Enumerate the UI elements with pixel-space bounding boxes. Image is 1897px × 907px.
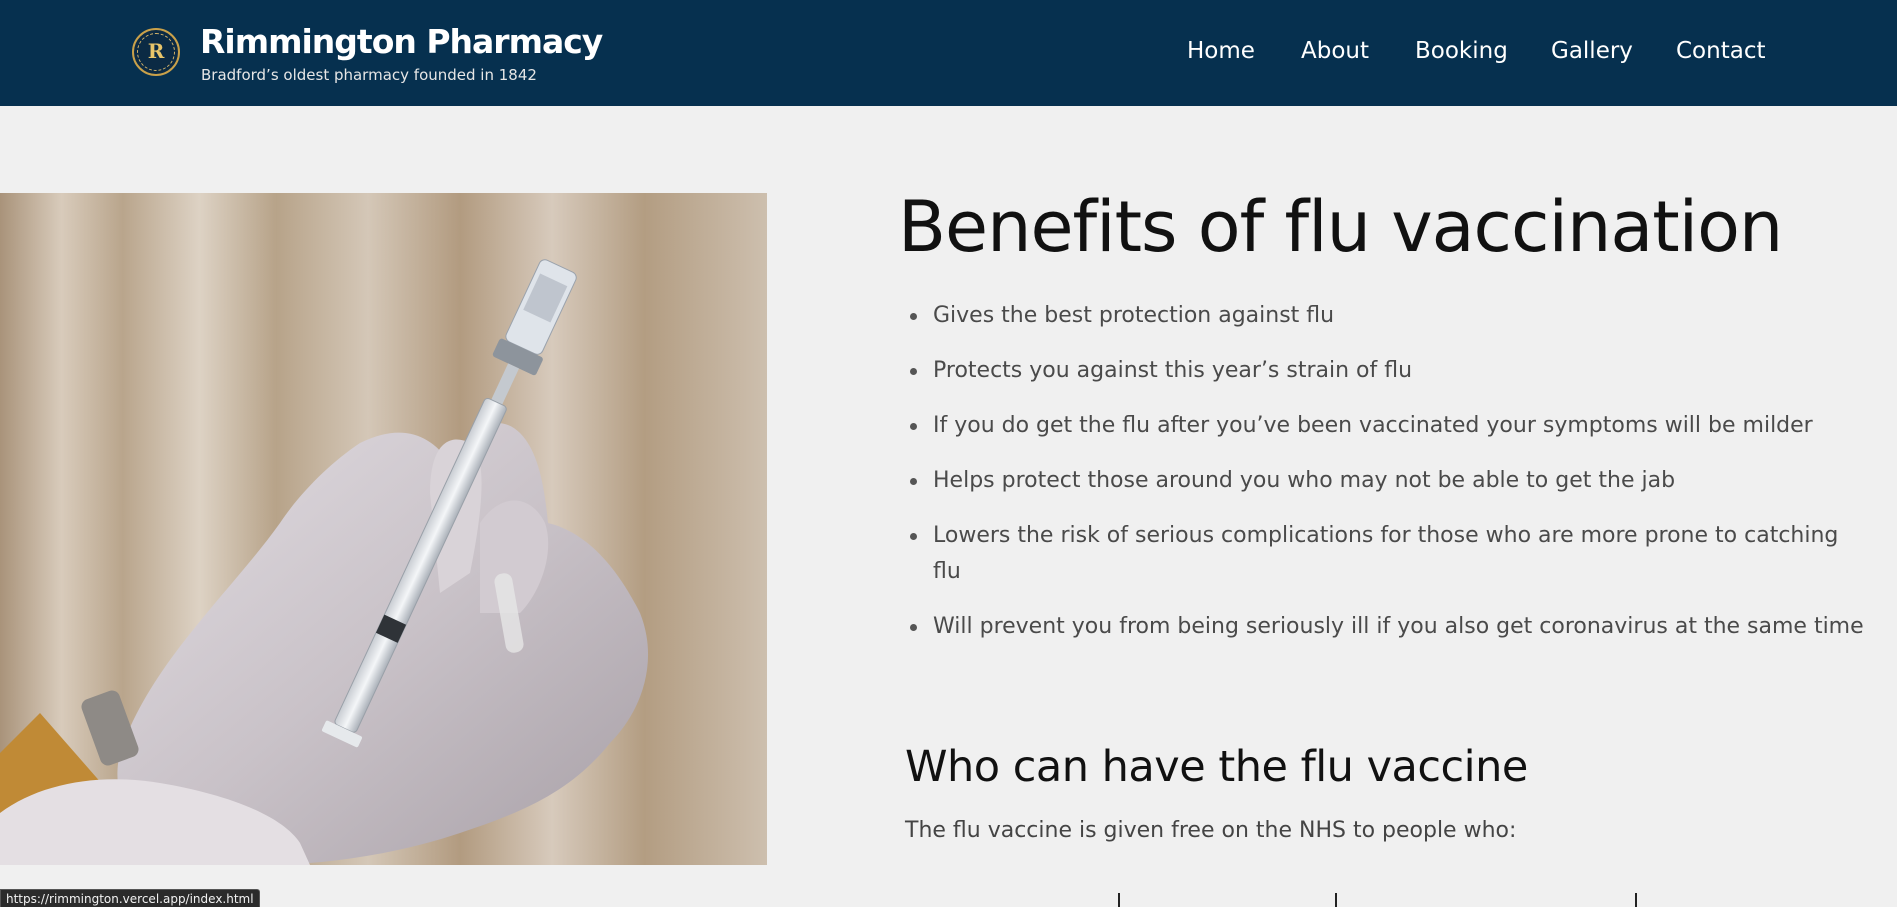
eligibility-heading: Who can have the flu vaccine (905, 742, 1528, 792)
clipped-text-row (1115, 893, 1645, 907)
site-title[interactable]: Rimmington Pharmacy (200, 22, 603, 61)
vaccine-photo (0, 193, 767, 865)
logo-monogram: R (147, 39, 165, 63)
list-item: Gives the best protection against flu (910, 298, 1870, 334)
list-item: Protects you against this year’s strain … (910, 353, 1870, 389)
link-status-bar: https://rimmington.vercel.app/index.html (0, 889, 260, 907)
site-tagline: Bradford’s oldest pharmacy founded in 18… (201, 66, 537, 84)
logo-icon[interactable]: R (132, 28, 180, 76)
nav-gallery[interactable]: Gallery (1551, 38, 1633, 64)
eligibility-intro: The flu vaccine is given free on the NHS… (905, 818, 1517, 843)
list-item: Will prevent you from being seriously il… (910, 609, 1870, 645)
list-item: If you do get the flu after you’ve been … (910, 408, 1870, 444)
site-header: R Rimmington Pharmacy Bradford’s oldest … (0, 0, 1897, 106)
page-title: Benefits of flu vaccination (898, 186, 1783, 268)
nav-home[interactable]: Home (1187, 38, 1255, 64)
list-item: Helps protect those around you who may n… (910, 463, 1870, 499)
main-nav: Home About Booking Gallery Contact (1150, 38, 1770, 70)
nav-about[interactable]: About (1301, 38, 1369, 64)
benefits-list: Gives the best protection against flu Pr… (910, 298, 1870, 664)
nav-booking[interactable]: Booking (1415, 38, 1508, 64)
list-item: Lowers the risk of serious complications… (910, 518, 1870, 590)
nav-contact[interactable]: Contact (1676, 38, 1765, 64)
